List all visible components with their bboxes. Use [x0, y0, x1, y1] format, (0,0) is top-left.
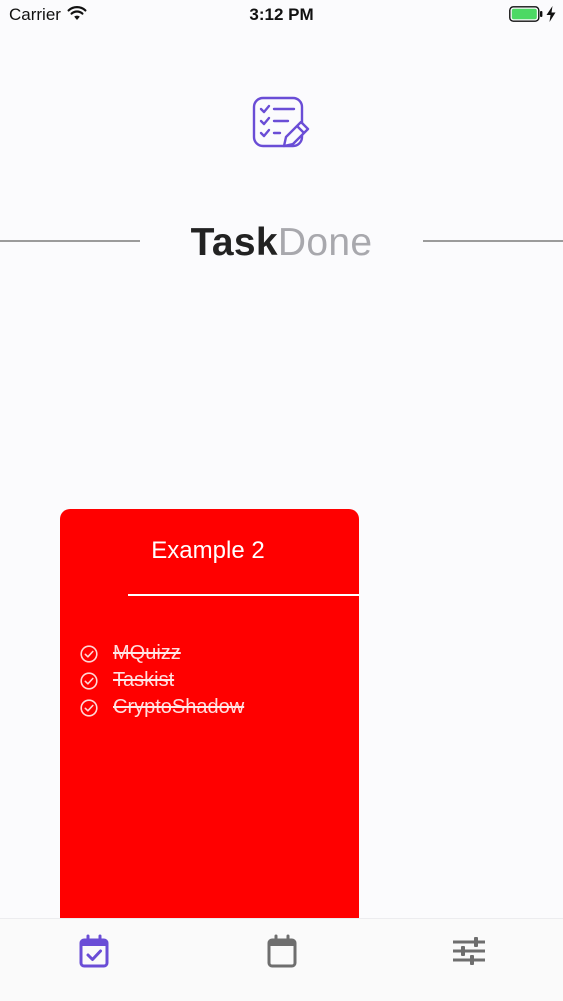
task-item[interactable]: Taskist	[80, 667, 244, 694]
check-circle-icon	[80, 644, 98, 663]
calendar-check-icon	[79, 934, 109, 968]
card-divider	[128, 594, 359, 596]
sliders-icon	[453, 937, 485, 965]
battery-icon	[509, 6, 543, 22]
check-circle-icon	[80, 671, 98, 690]
brand-title-light: Done	[277, 221, 373, 264]
brand-title-bold: Task	[190, 221, 278, 264]
status-time: 3:12 PM	[249, 5, 314, 24]
charging-bolt-icon	[546, 6, 556, 22]
brand-header: TaskDone	[0, 216, 563, 268]
tab-calendar[interactable]	[262, 931, 302, 971]
task-item[interactable]: CryptoShadow	[80, 694, 244, 721]
task-item[interactable]: MQuizz	[80, 640, 244, 667]
task-list-card[interactable]: Example 2 MQuizz Taskist CryptoShadow	[60, 509, 359, 929]
tab-bar	[0, 918, 563, 1001]
card-title: Example 2	[151, 537, 265, 564]
task-label: CryptoShadow	[113, 696, 245, 718]
status-bar: Carrier 3:12 PM	[0, 0, 563, 30]
tab-settings[interactable]	[449, 931, 489, 971]
task-label: MQuizz	[113, 642, 181, 664]
task-label: Taskist	[113, 669, 175, 691]
brand-rule-right	[423, 240, 563, 242]
check-circle-icon	[80, 698, 98, 717]
task-list: MQuizz Taskist CryptoShadow	[80, 640, 244, 721]
brand-title: TaskDone	[140, 218, 423, 268]
tab-today[interactable]	[74, 931, 114, 971]
checklist-edit-icon	[252, 96, 310, 148]
calendar-icon	[267, 934, 297, 968]
brand-rule-left	[0, 240, 140, 242]
